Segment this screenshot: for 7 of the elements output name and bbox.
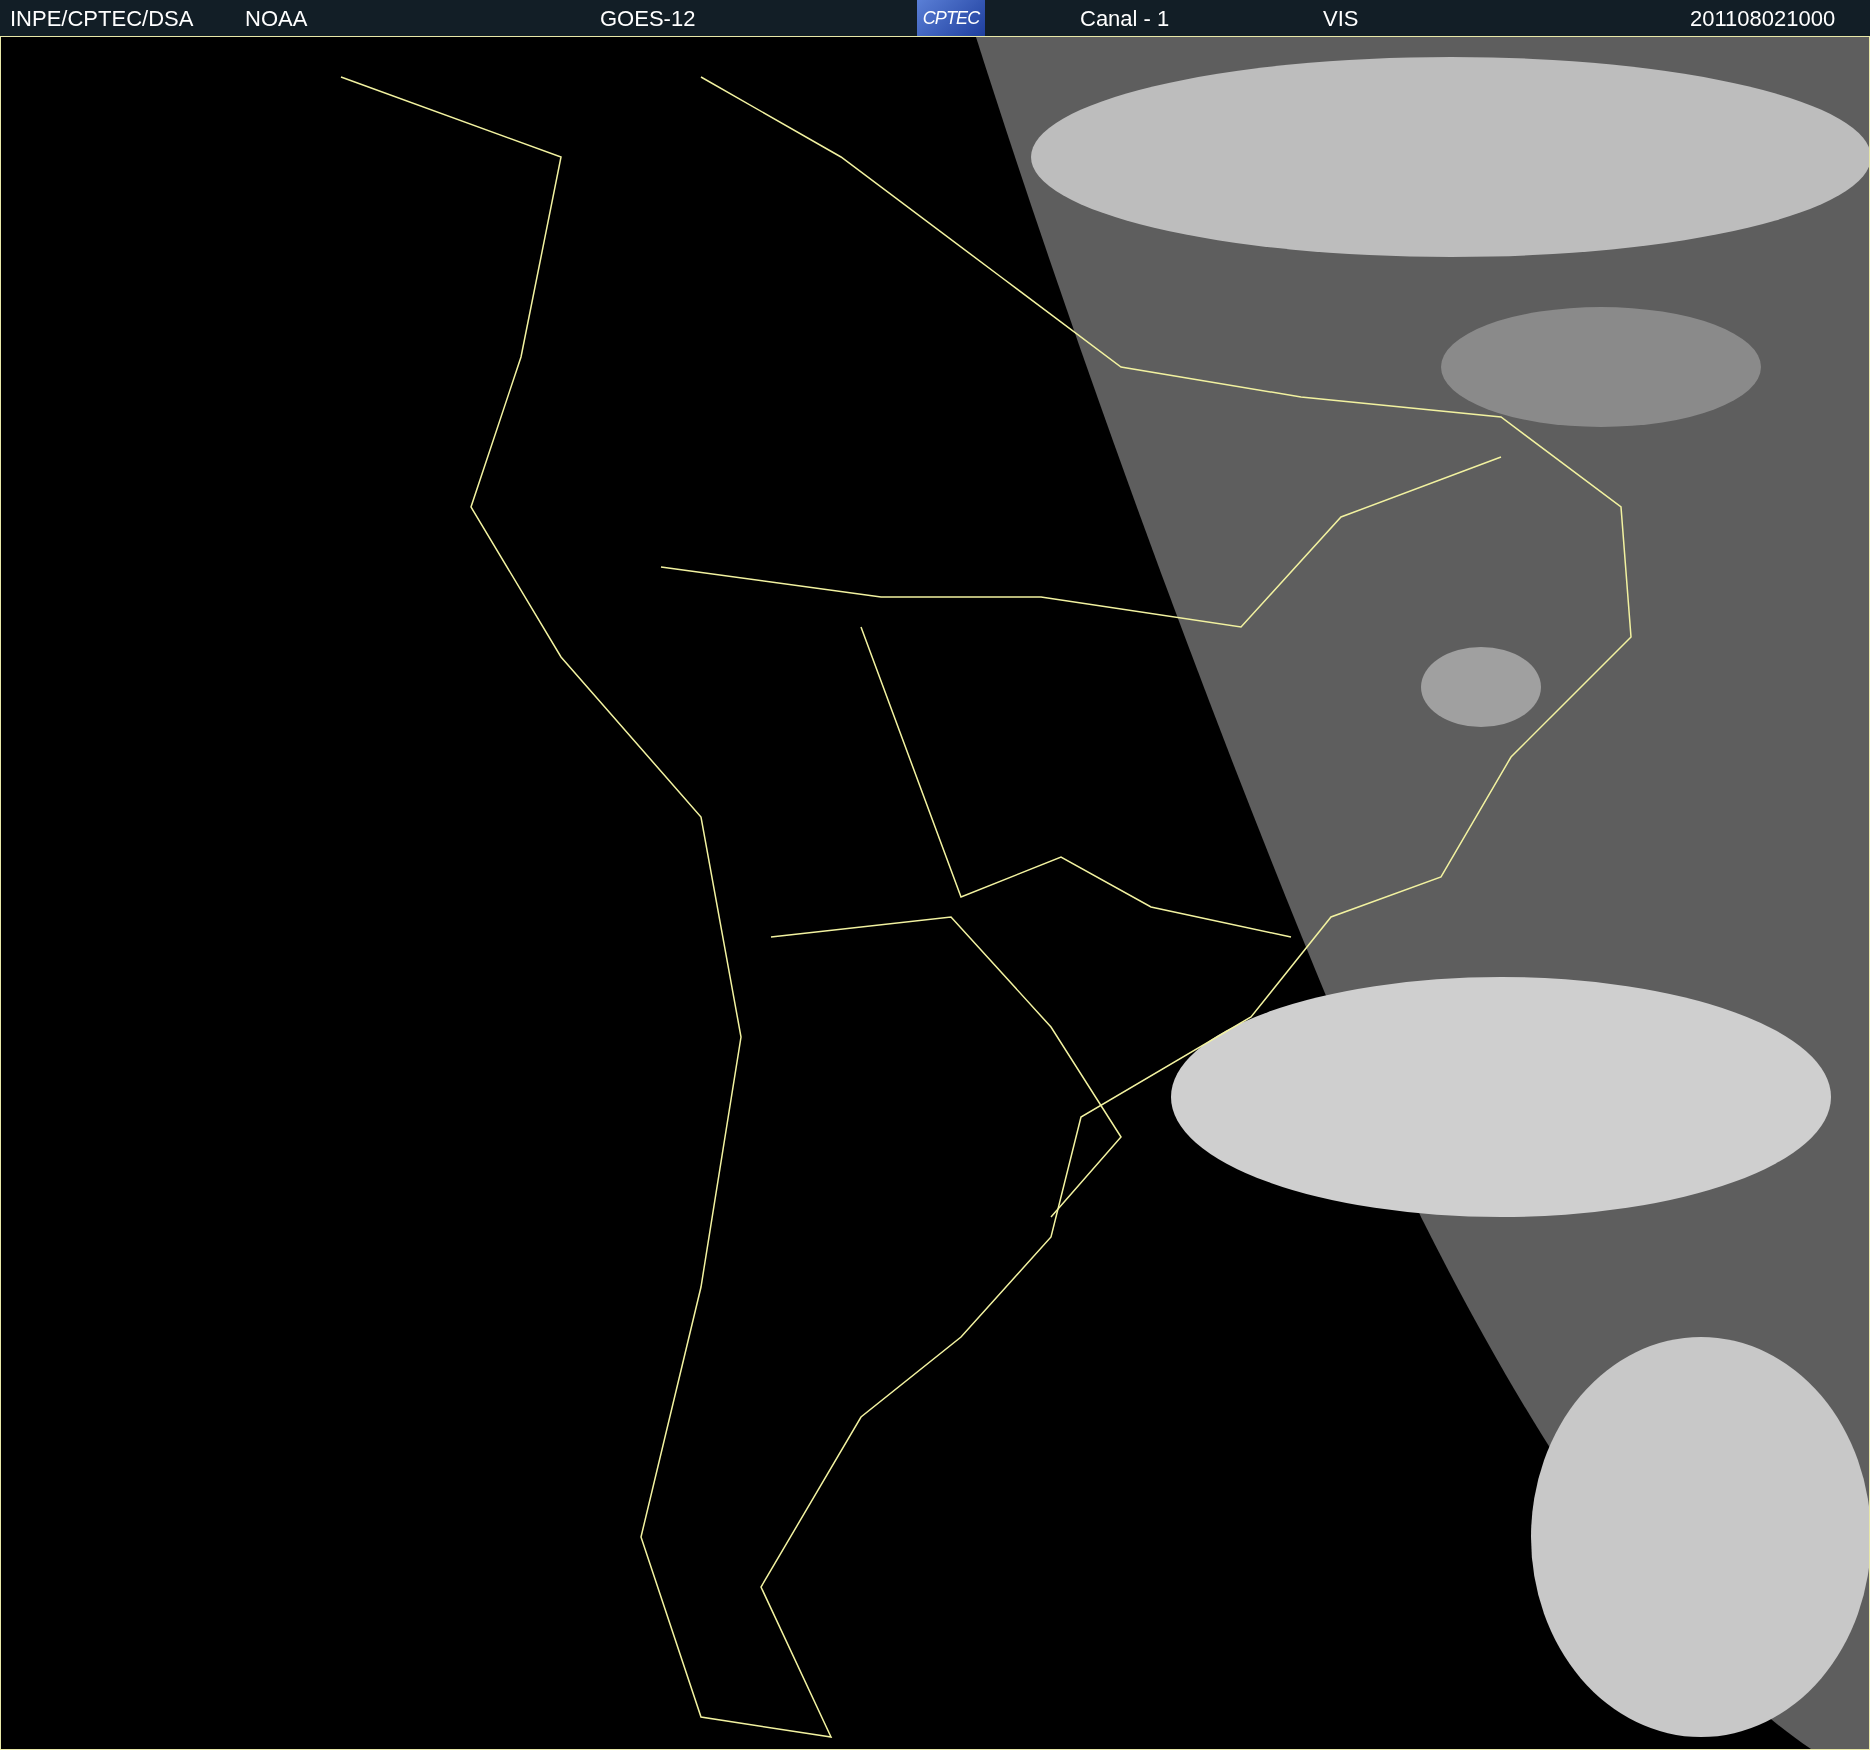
channel-label: Canal - 1 xyxy=(1080,4,1171,33)
source-label: NOAA xyxy=(245,4,309,33)
satellite-label: GOES-12 xyxy=(600,4,697,33)
logo: CPTEC xyxy=(917,0,985,36)
timestamp-label: 201108021000 xyxy=(1690,4,1836,33)
agency-label: INPE/CPTEC/DSA xyxy=(10,4,195,33)
band-label: VIS xyxy=(1323,4,1360,33)
